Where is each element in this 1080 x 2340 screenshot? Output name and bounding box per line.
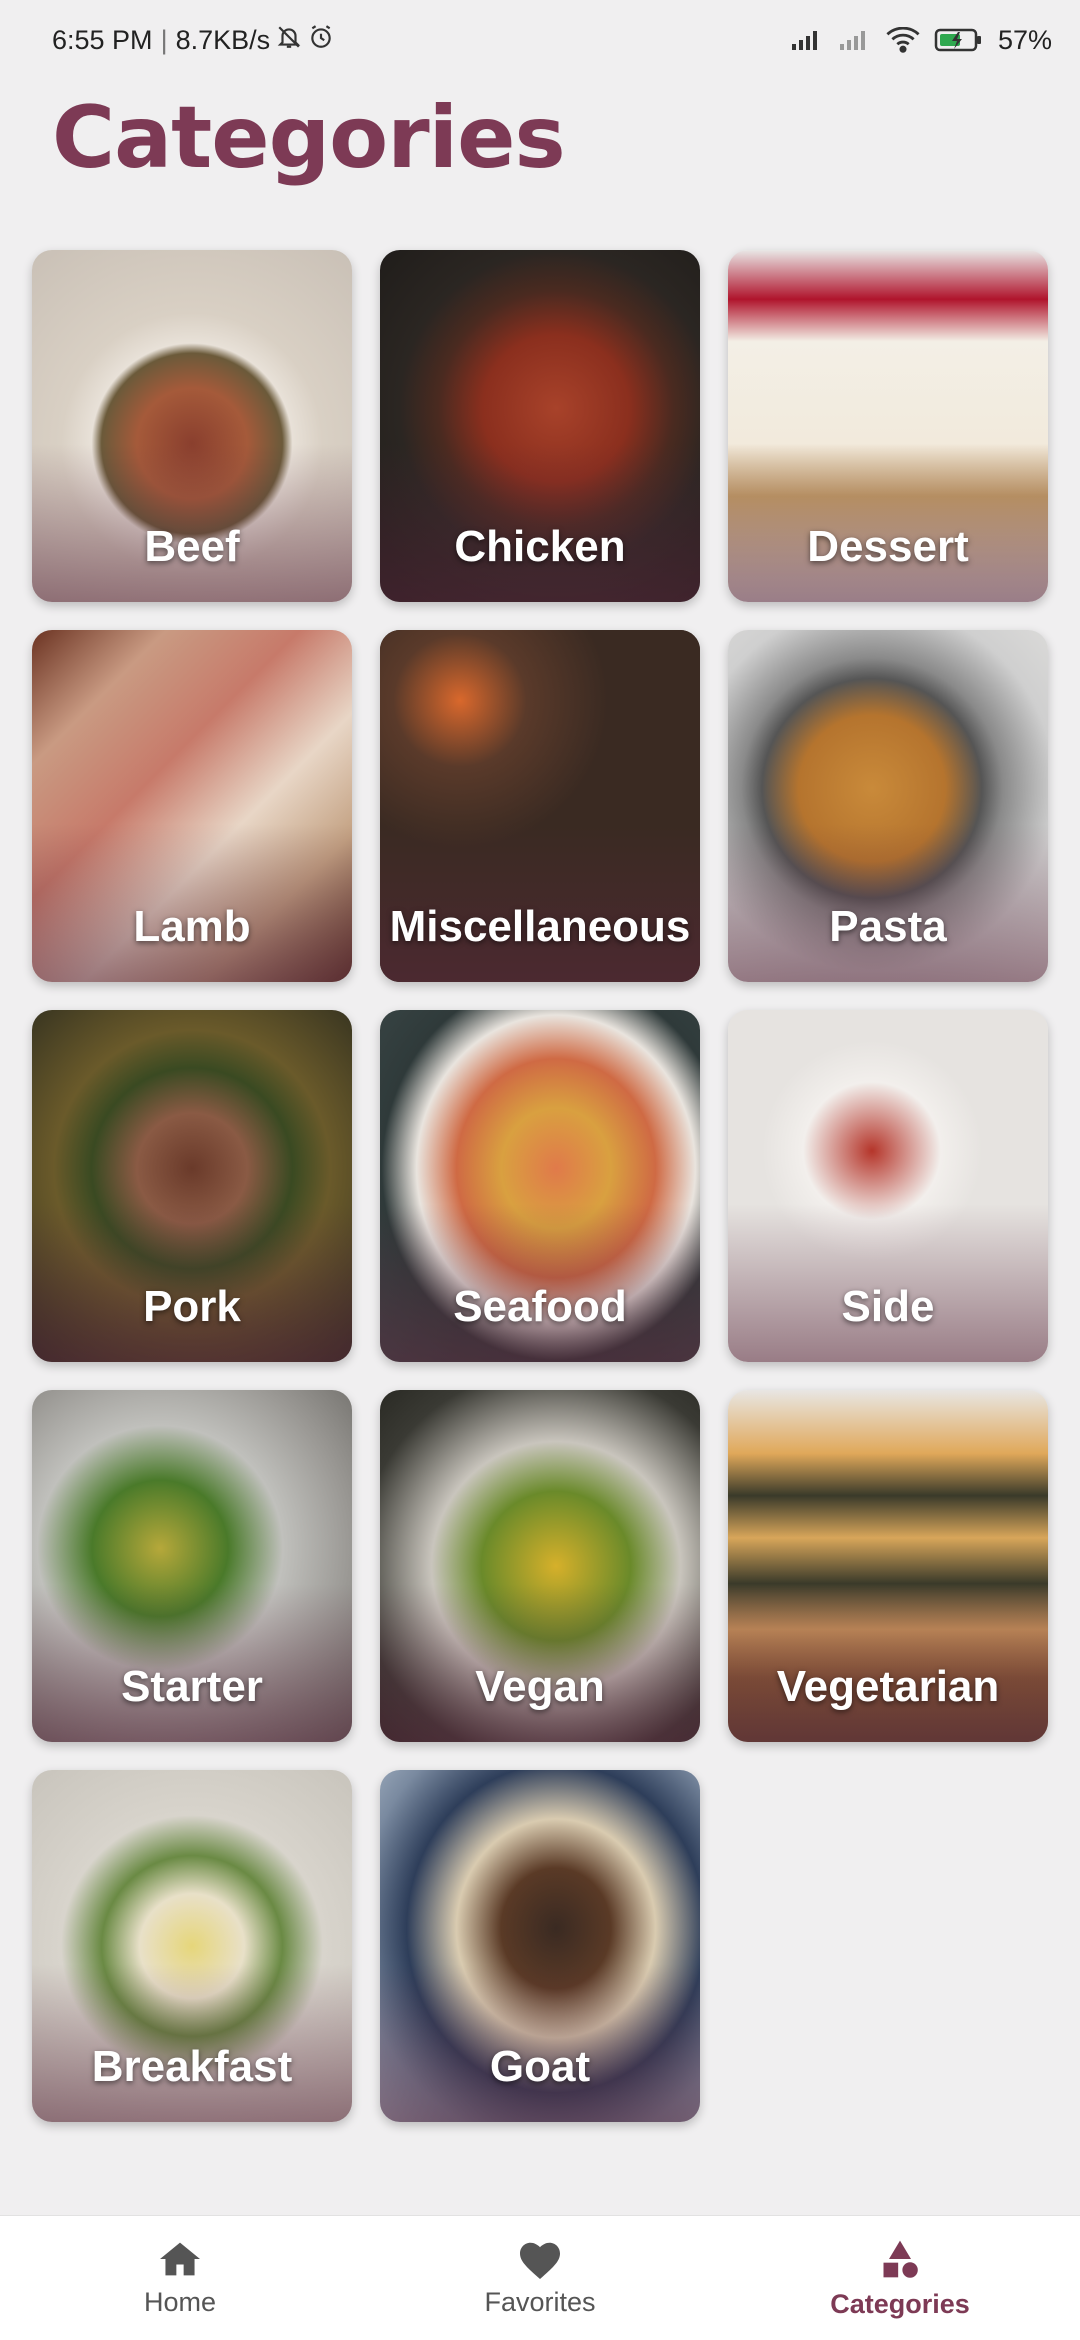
- bell-muted-icon: [276, 24, 302, 57]
- battery-icon: [934, 27, 984, 53]
- home-icon: [158, 2239, 202, 2279]
- category-card-lamb[interactable]: Lamb: [32, 630, 352, 982]
- category-label: Lamb: [133, 902, 251, 951]
- category-card-pork[interactable]: Pork: [32, 1010, 352, 1362]
- category-label: Miscellaneous: [389, 902, 691, 951]
- shapes-icon: [878, 2237, 922, 2281]
- category-label: Vegetarian: [776, 1662, 1000, 1711]
- category-label: Goat: [489, 2042, 591, 2091]
- battery-percent: 57%: [997, 24, 1052, 55]
- nav-categories[interactable]: Categories: [750, 2237, 1050, 2320]
- category-label: Chicken: [454, 522, 626, 571]
- nav-favorites-label: Favorites: [484, 2286, 596, 2317]
- wifi-icon: [886, 27, 920, 53]
- category-card-vegetarian[interactable]: Vegetarian: [728, 1390, 1048, 1742]
- category-label: Pasta: [829, 902, 947, 951]
- status-network-speed: 8.7KB/s: [175, 24, 271, 55]
- category-card-vegan[interactable]: Vegan: [380, 1390, 700, 1742]
- category-card-dessert[interactable]: Dessert: [728, 250, 1048, 602]
- category-label: Pork: [143, 1282, 241, 1331]
- page-title: Categories: [52, 88, 566, 188]
- signal-icon: [790, 28, 824, 52]
- category-card-breakfast[interactable]: Breakfast: [32, 1770, 352, 2122]
- category-card-goat[interactable]: Goat: [380, 1770, 700, 2122]
- category-card-beef[interactable]: Beef: [32, 250, 352, 602]
- category-card-pasta[interactable]: Pasta: [728, 630, 1048, 982]
- category-card-miscellaneous[interactable]: Miscellaneous: [380, 630, 700, 982]
- alarm-icon: [308, 24, 334, 57]
- categories-grid: Beef Chicken Dessert Lamb Miscellaneous …: [32, 250, 1048, 2122]
- category-card-starter[interactable]: Starter: [32, 1390, 352, 1742]
- heart-icon: [517, 2239, 563, 2279]
- nav-home-label: Home: [143, 2286, 217, 2317]
- nav-home[interactable]: Home: [30, 2239, 330, 2318]
- category-label: Vegan: [475, 1662, 605, 1711]
- category-card-chicken[interactable]: Chicken: [380, 250, 700, 602]
- nav-categories-label: Categories: [830, 2288, 970, 2319]
- signal-secondary-icon: [838, 28, 872, 52]
- category-card-seafood[interactable]: Seafood: [380, 1010, 700, 1362]
- status-right: 57%: [790, 25, 1052, 56]
- category-label: Breakfast: [91, 2042, 293, 2091]
- nav-favorites[interactable]: Favorites: [390, 2239, 690, 2318]
- category-card-side[interactable]: Side: [728, 1010, 1048, 1362]
- status-separator: |: [160, 24, 168, 55]
- bottom-navigation: Home Favorites Categories: [0, 2215, 1080, 2340]
- category-label: Starter: [121, 1662, 263, 1711]
- status-left: 6:55 PM | 8.7KB/s: [52, 24, 334, 57]
- category-label: Beef: [144, 522, 240, 571]
- category-label: Dessert: [807, 522, 969, 571]
- category-label: Seafood: [453, 1282, 627, 1331]
- status-bar: 6:55 PM | 8.7KB/s 57%: [0, 0, 1080, 80]
- status-time: 6:55 PM: [52, 24, 153, 55]
- category-label: Side: [841, 1282, 935, 1331]
